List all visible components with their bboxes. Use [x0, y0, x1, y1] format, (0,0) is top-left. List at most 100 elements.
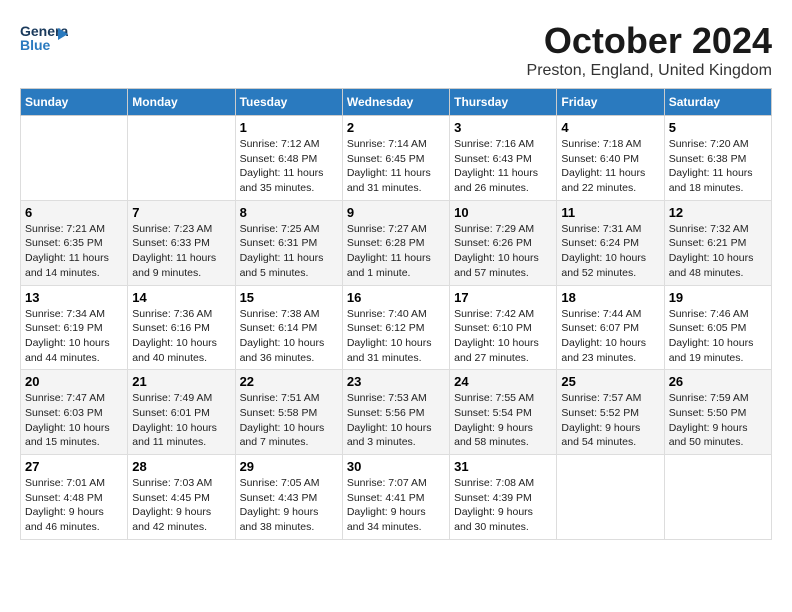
calendar-cell: 7Sunrise: 7:23 AMSunset: 6:33 PMDaylight…: [128, 200, 235, 285]
day-number: 21: [132, 374, 230, 389]
day-number: 23: [347, 374, 445, 389]
day-number: 3: [454, 120, 552, 135]
calendar-week-2: 6 Sunrise: 7:21 AMSunset: 6:35 PMDaylight…: [21, 200, 772, 285]
calendar-cell: 24 Sunrise: 7:55 AMSunset: 5:54 PMDayligh…: [450, 370, 557, 455]
cell-info: Sunrise: 7:40 AMSunset: 6:12 PMDaylight:…: [347, 307, 445, 366]
location: Preston, England, United Kingdom: [527, 62, 772, 80]
calendar-cell: 23 Sunrise: 7:53 AMSunset: 5:56 PMDayligh…: [342, 370, 449, 455]
calendar-cell: 30Sunrise: 7:07 AMSunset: 4:41 PMDayligh…: [342, 455, 449, 540]
cell-info: Sunrise: 7:20 AMSunset: 6:38 PMDaylight:…: [669, 137, 767, 196]
day-number: 11: [561, 205, 659, 220]
calendar-table: SundayMondayTuesdayWednesdayThursdayFrid…: [20, 88, 772, 540]
cell-info: Sunrise: 7:08 AMSunset: 4:39 PMDaylight:…: [454, 476, 552, 535]
calendar-cell: 16 Sunrise: 7:40 AMSunset: 6:12 PMDayligh…: [342, 285, 449, 370]
cell-info: Sunrise: 7:53 AMSunset: 5:56 PMDaylight:…: [347, 391, 445, 450]
header-day-wednesday: Wednesday: [342, 89, 449, 116]
calendar-cell: 3 Sunrise: 7:16 AMSunset: 6:43 PMDaylight…: [450, 116, 557, 201]
calendar-week-5: 27 Sunrise: 7:01 AMSunset: 4:48 PMDayligh…: [21, 455, 772, 540]
cell-info: Sunrise: 7:23 AMSunset: 6:33 PMDaylight:…: [132, 222, 230, 281]
day-number: 5: [669, 120, 767, 135]
calendar-cell: 1Sunrise: 7:12 AMSunset: 6:48 PMDaylight…: [235, 116, 342, 201]
header-day-saturday: Saturday: [664, 89, 771, 116]
day-number: 16: [347, 290, 445, 305]
calendar-cell: [21, 116, 128, 201]
header-day-monday: Monday: [128, 89, 235, 116]
calendar-cell: 19 Sunrise: 7:46 AMSunset: 6:05 PMDayligh…: [664, 285, 771, 370]
cell-info: Sunrise: 7:16 AMSunset: 6:43 PMDaylight:…: [454, 137, 552, 196]
month-title: October 2024: [527, 20, 772, 62]
svg-text:Blue: Blue: [20, 37, 51, 53]
day-number: 4: [561, 120, 659, 135]
day-number: 27: [25, 459, 123, 474]
cell-info: Sunrise: 7:34 AMSunset: 6:19 PMDaylight:…: [25, 307, 123, 366]
cell-info: Sunrise: 7:29 AMSunset: 6:26 PMDaylight:…: [454, 222, 552, 281]
cell-info: Sunrise: 7:27 AMSunset: 6:28 PMDaylight:…: [347, 222, 445, 281]
cell-info: Sunrise: 7:55 AMSunset: 5:54 PMDaylight:…: [454, 391, 552, 450]
day-number: 29: [240, 459, 338, 474]
calendar-cell: 8 Sunrise: 7:25 AMSunset: 6:31 PMDaylight…: [235, 200, 342, 285]
calendar-cell: 31Sunrise: 7:08 AMSunset: 4:39 PMDayligh…: [450, 455, 557, 540]
day-number: 6: [25, 205, 123, 220]
calendar-cell: 13 Sunrise: 7:34 AMSunset: 6:19 PMDayligh…: [21, 285, 128, 370]
day-number: 22: [240, 374, 338, 389]
calendar-cell: 14Sunrise: 7:36 AMSunset: 6:16 PMDayligh…: [128, 285, 235, 370]
cell-info: Sunrise: 7:51 AMSunset: 5:58 PMDaylight:…: [240, 391, 338, 450]
cell-info: Sunrise: 7:46 AMSunset: 6:05 PMDaylight:…: [669, 307, 767, 366]
calendar-week-4: 20 Sunrise: 7:47 AMSunset: 6:03 PMDayligh…: [21, 370, 772, 455]
calendar-cell: 5 Sunrise: 7:20 AMSunset: 6:38 PMDaylight…: [664, 116, 771, 201]
calendar-cell: 22 Sunrise: 7:51 AMSunset: 5:58 PMDayligh…: [235, 370, 342, 455]
calendar-cell: 12Sunrise: 7:32 AMSunset: 6:21 PMDayligh…: [664, 200, 771, 285]
day-number: 19: [669, 290, 767, 305]
calendar-week-1: 1Sunrise: 7:12 AMSunset: 6:48 PMDaylight…: [21, 116, 772, 201]
calendar-cell: 21Sunrise: 7:49 AMSunset: 6:01 PMDayligh…: [128, 370, 235, 455]
calendar-header-row: SundayMondayTuesdayWednesdayThursdayFrid…: [21, 89, 772, 116]
cell-info: Sunrise: 7:38 AMSunset: 6:14 PMDaylight:…: [240, 307, 338, 366]
cell-info: Sunrise: 7:31 AMSunset: 6:24 PMDaylight:…: [561, 222, 659, 281]
day-number: 13: [25, 290, 123, 305]
calendar-cell: 17 Sunrise: 7:42 AMSunset: 6:10 PMDayligh…: [450, 285, 557, 370]
cell-info: Sunrise: 7:01 AMSunset: 4:48 PMDaylight:…: [25, 476, 123, 535]
calendar-cell: 4 Sunrise: 7:18 AMSunset: 6:40 PMDaylight…: [557, 116, 664, 201]
cell-info: Sunrise: 7:12 AMSunset: 6:48 PMDaylight:…: [240, 137, 338, 196]
cell-info: Sunrise: 7:18 AMSunset: 6:40 PMDaylight:…: [561, 137, 659, 196]
cell-info: Sunrise: 7:21 AMSunset: 6:35 PMDaylight:…: [25, 222, 123, 281]
page-header: General Blue October 2024 Preston, Engla…: [20, 20, 772, 80]
day-number: 24: [454, 374, 552, 389]
calendar-cell: 18 Sunrise: 7:44 AMSunset: 6:07 PMDayligh…: [557, 285, 664, 370]
logo: General Blue: [20, 20, 68, 56]
day-number: 25: [561, 374, 659, 389]
cell-info: Sunrise: 7:25 AMSunset: 6:31 PMDaylight:…: [240, 222, 338, 281]
day-number: 18: [561, 290, 659, 305]
cell-info: Sunrise: 7:42 AMSunset: 6:10 PMDaylight:…: [454, 307, 552, 366]
calendar-cell: 20 Sunrise: 7:47 AMSunset: 6:03 PMDayligh…: [21, 370, 128, 455]
day-number: 28: [132, 459, 230, 474]
cell-info: Sunrise: 7:14 AMSunset: 6:45 PMDaylight:…: [347, 137, 445, 196]
calendar-cell: 28 Sunrise: 7:03 AMSunset: 4:45 PMDayligh…: [128, 455, 235, 540]
day-number: 8: [240, 205, 338, 220]
day-number: 15: [240, 290, 338, 305]
calendar-cell: 10 Sunrise: 7:29 AMSunset: 6:26 PMDayligh…: [450, 200, 557, 285]
cell-info: Sunrise: 7:07 AMSunset: 4:41 PMDaylight:…: [347, 476, 445, 535]
calendar-cell: 2Sunrise: 7:14 AMSunset: 6:45 PMDaylight…: [342, 116, 449, 201]
cell-info: Sunrise: 7:47 AMSunset: 6:03 PMDaylight:…: [25, 391, 123, 450]
calendar-cell: [557, 455, 664, 540]
cell-info: Sunrise: 7:32 AMSunset: 6:21 PMDaylight:…: [669, 222, 767, 281]
calendar-week-3: 13 Sunrise: 7:34 AMSunset: 6:19 PMDayligh…: [21, 285, 772, 370]
cell-info: Sunrise: 7:44 AMSunset: 6:07 PMDaylight:…: [561, 307, 659, 366]
day-number: 10: [454, 205, 552, 220]
header-day-friday: Friday: [557, 89, 664, 116]
calendar-cell: [664, 455, 771, 540]
calendar-cell: 25Sunrise: 7:57 AMSunset: 5:52 PMDayligh…: [557, 370, 664, 455]
day-number: 20: [25, 374, 123, 389]
calendar-cell: [128, 116, 235, 201]
day-number: 17: [454, 290, 552, 305]
title-block: October 2024 Preston, England, United Ki…: [527, 20, 772, 80]
cell-info: Sunrise: 7:59 AMSunset: 5:50 PMDaylight:…: [669, 391, 767, 450]
day-number: 26: [669, 374, 767, 389]
cell-info: Sunrise: 7:03 AMSunset: 4:45 PMDaylight:…: [132, 476, 230, 535]
header-day-thursday: Thursday: [450, 89, 557, 116]
calendar-cell: 27 Sunrise: 7:01 AMSunset: 4:48 PMDayligh…: [21, 455, 128, 540]
logo-icon: General Blue: [20, 20, 68, 56]
day-number: 9: [347, 205, 445, 220]
cell-info: Sunrise: 7:36 AMSunset: 6:16 PMDaylight:…: [132, 307, 230, 366]
